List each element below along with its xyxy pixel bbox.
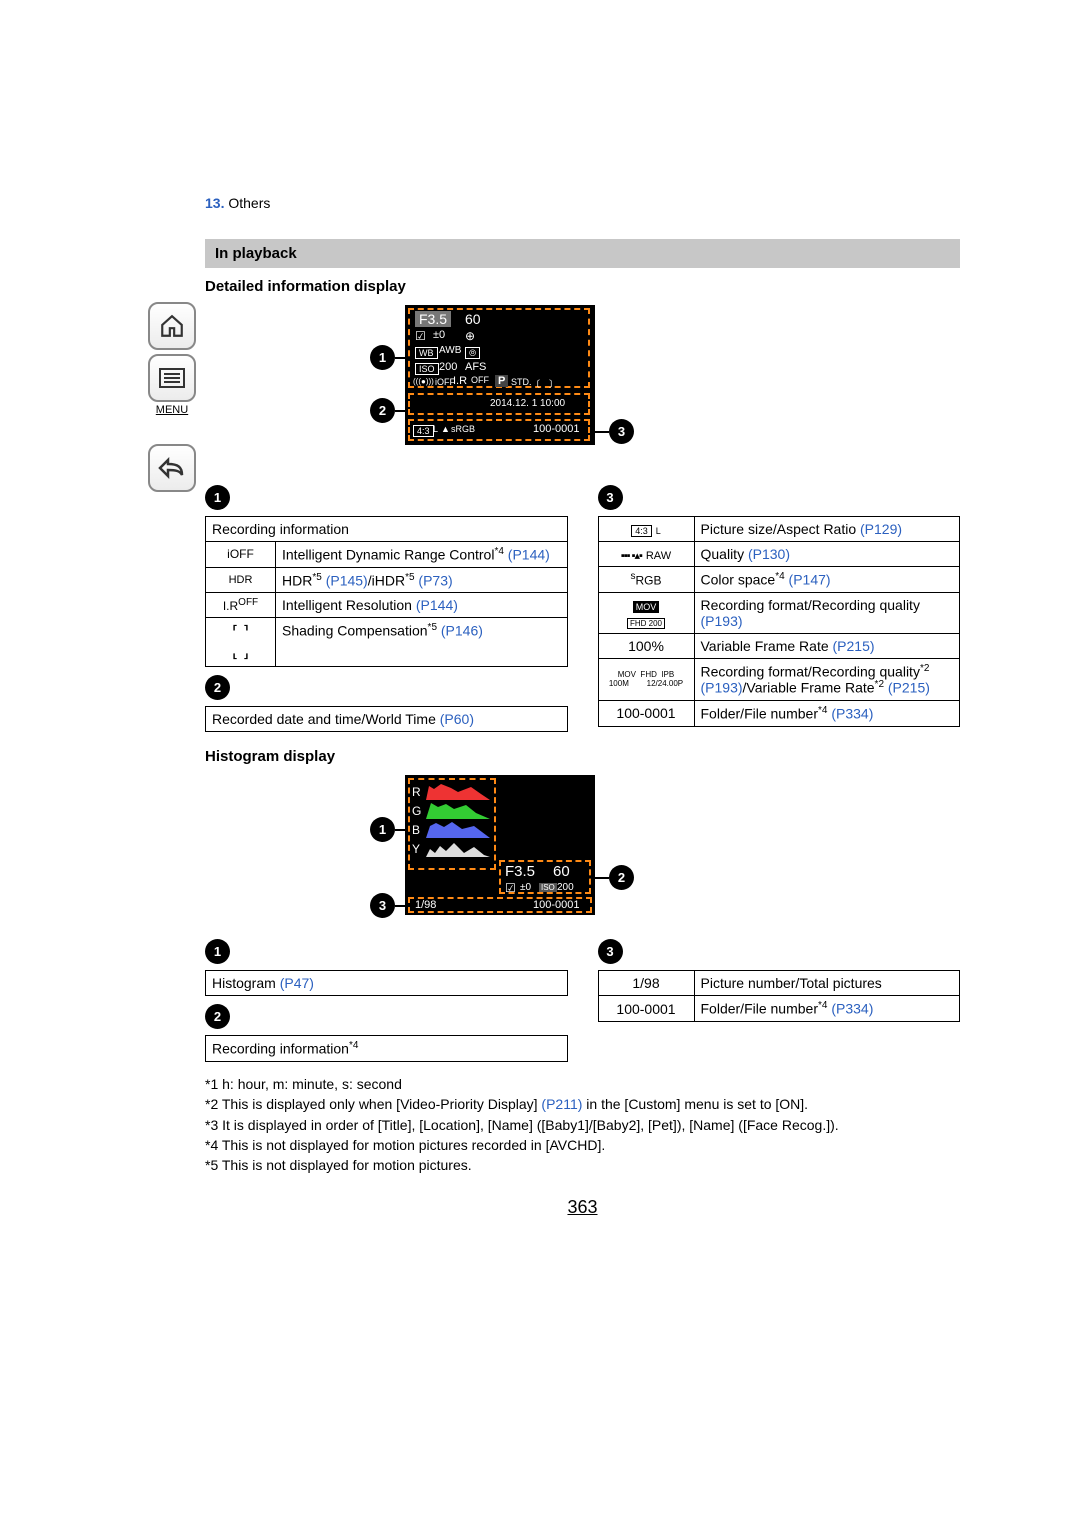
link-p73[interactable]: (P73) xyxy=(418,572,452,588)
table-rec-info: Recording information*4 xyxy=(205,1035,568,1062)
page-number: 363 xyxy=(205,1197,960,1218)
table-file-info: 1/98 Picture number/Total pictures 100-0… xyxy=(598,970,961,1022)
link-p47[interactable]: (P47) xyxy=(280,975,314,991)
callout-h2: 2 xyxy=(609,865,634,890)
link-p130[interactable]: (P130) xyxy=(748,546,790,562)
link-p144[interactable]: (P144) xyxy=(508,547,550,563)
link-p211[interactable]: (P211) xyxy=(541,1096,582,1112)
callout-h1b: 1 xyxy=(205,939,230,964)
link-p146[interactable]: (P146) xyxy=(441,623,483,639)
menu-label: MENU xyxy=(156,404,188,416)
footnotes: *1 h: hour, m: minute, s: second *2 This… xyxy=(205,1074,960,1175)
back-icon[interactable] xyxy=(148,444,196,492)
callout-h3b: 3 xyxy=(598,939,623,964)
table-histogram: Histogram (P47) xyxy=(205,970,568,996)
callout-2: 2 xyxy=(370,398,395,423)
table-recording-info: Recording information iOFF Intelligent D… xyxy=(205,516,568,667)
callout-h2b: 2 xyxy=(205,1004,230,1029)
link-p215b[interactable]: (P215) xyxy=(888,680,930,696)
contents-icon[interactable] xyxy=(148,354,196,402)
link-p334b[interactable]: (P334) xyxy=(831,1001,873,1017)
link-p334[interactable]: (P334) xyxy=(831,706,873,722)
callout-1b: 1 xyxy=(205,485,230,510)
callout-h3: 3 xyxy=(370,893,395,918)
callout-h1: 1 xyxy=(370,817,395,842)
table-rec-date: Recorded date and time/World Time (P60) xyxy=(205,706,568,732)
callout-3b: 3 xyxy=(598,485,623,510)
link-p193[interactable]: (P193) xyxy=(701,613,743,629)
link-p147[interactable]: (P147) xyxy=(789,572,831,588)
histogram-heading: Histogram display xyxy=(205,748,960,765)
link-p60[interactable]: (P60) xyxy=(440,711,474,727)
link-p193b[interactable]: (P193) xyxy=(701,680,743,696)
callout-2b: 2 xyxy=(205,675,230,700)
cam-display-detailed: F3.5 60 ☑ ±0 ⊕ WB AWB ⦾ ISO 200 AFS (((●… xyxy=(405,305,595,445)
link-p144b[interactable]: (P144) xyxy=(416,597,458,613)
detailed-heading: Detailed information display xyxy=(205,278,960,295)
cam-display-histogram: R G B Y F3.5 60 ☑ ±0 ISO 200 1/98 100-00… xyxy=(405,775,595,915)
link-p145[interactable]: (P145) xyxy=(326,572,368,588)
ev-icon: ☑ xyxy=(415,329,426,343)
table-picture-info: 4:3 L Picture size/Aspect Ratio (P129) ▪… xyxy=(598,516,961,727)
breadcrumb: 13. Others xyxy=(205,195,960,211)
callout-1: 1 xyxy=(370,345,395,370)
callout-3: 3 xyxy=(609,419,634,444)
link-p129[interactable]: (P129) xyxy=(860,521,902,537)
link-p215[interactable]: (P215) xyxy=(833,638,875,654)
home-icon[interactable] xyxy=(148,302,196,350)
section-title: In playback xyxy=(205,239,960,268)
